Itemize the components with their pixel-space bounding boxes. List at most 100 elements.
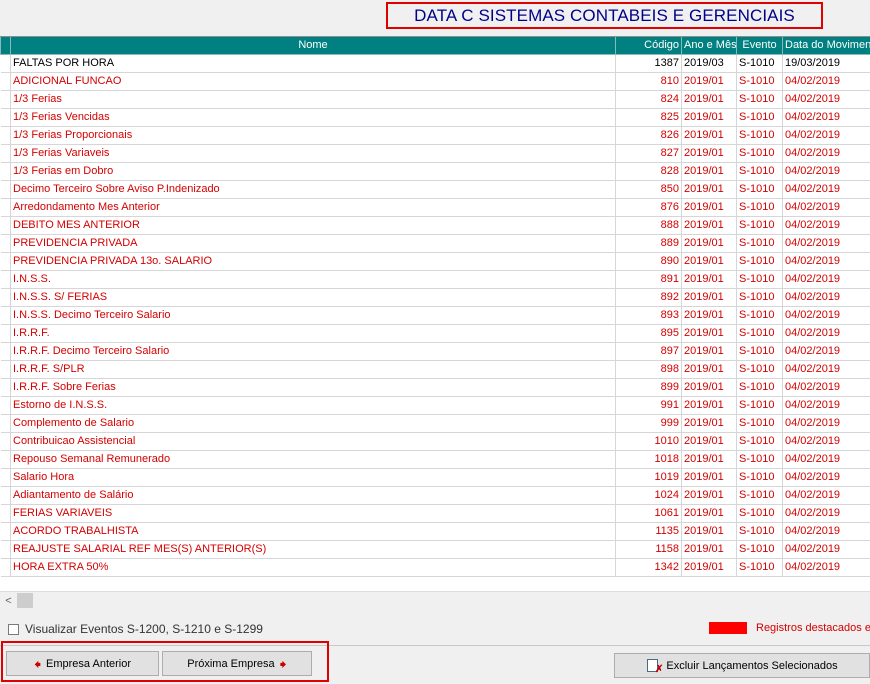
cell-ano-mes: 2019/01 [681,144,737,163]
table-row[interactable]: FALTAS POR HORA 1387 2019/03 S-1010 19/03/20… [0,54,870,73]
row-indicator [0,540,11,559]
cell-ano-mes: 2019/01 [681,396,737,415]
cell-data-movimento: 04/02/2019 [782,342,870,361]
row-indicator [0,504,11,523]
table-row[interactable]: I.R.R.F. Decimo Terceiro Salario 897 2019/… [0,342,870,361]
table-row[interactable]: I.N.S.S. 891 2019/01 S-1010 04/02/2019 [0,270,870,289]
cell-codigo: 889 [615,234,682,253]
row-indicator [0,360,11,379]
table-row[interactable]: 1/3 Ferias em Dobro 828 2019/01 S-1010 04/02… [0,162,870,181]
cell-codigo: 810 [615,72,682,91]
cell-codigo: 826 [615,126,682,145]
table-row[interactable]: 1/3 Ferias 824 2019/01 S-1010 04/02/2019 [0,90,870,109]
next-company-button[interactable]: Próxima Empresa 🠺 [162,651,312,676]
cell-ano-mes: 2019/01 [681,378,737,397]
cell-nome: DEBITO MES ANTERIOR [10,216,616,235]
row-indicator [0,216,11,235]
cell-ano-mes: 2019/01 [681,108,737,127]
cell-codigo: 893 [615,306,682,325]
table-row[interactable]: I.N.S.S. Decimo Terceiro Salario 893 2019/… [0,306,870,325]
cell-evento: S-1010 [736,126,783,145]
table-row[interactable]: ADICIONAL FUNCAO 810 2019/01 S-1010 04/02/20… [0,72,870,91]
cell-nome: Salario Hora [10,468,616,487]
table-row[interactable]: 1/3 Ferias Vencidas 825 2019/01 S-1010 04/02… [0,108,870,127]
cell-nome: I.R.R.F. Sobre Ferias [10,378,616,397]
cell-evento: S-1010 [736,108,783,127]
column-header-codigo[interactable]: Código [615,37,682,55]
cell-evento: S-1010 [736,468,783,487]
cell-data-movimento: 04/02/2019 [782,486,870,505]
row-indicator [0,90,11,109]
cell-codigo: 1158 [615,540,682,559]
scrollbar-thumb[interactable] [17,593,33,608]
cell-data-movimento: 04/02/2019 [782,360,870,379]
cell-nome: 1/3 Ferias em Dobro [10,162,616,181]
column-header-evento[interactable]: Evento [736,37,783,55]
table-row[interactable]: Adiantamento de Salário 1024 2019/01 S-1010… [0,486,870,505]
cell-nome: 1/3 Ferias Proporcionais [10,126,616,145]
cell-codigo: 1061 [615,504,682,523]
show-events-option[interactable]: Visualizar Eventos S-1200, S-1210 e S-12… [8,622,263,636]
table-row[interactable]: FERIAS VARIAVEIS 1061 2019/01 S-1010 04/02/2… [0,504,870,523]
cell-evento: S-1010 [736,360,783,379]
table-row[interactable]: Repouso Semanal Remunerado 1018 2019/01 S-1… [0,450,870,469]
show-events-label[interactable]: Visualizar Eventos S-1200, S-1210 e S-12… [25,622,263,636]
column-header-nome[interactable]: Nome [10,37,616,55]
cell-ano-mes: 2019/01 [681,216,737,235]
horizontal-scrollbar[interactable]: < [0,591,870,608]
cell-data-movimento: 04/02/2019 [782,180,870,199]
table-row[interactable]: Contribuicao Assistencial 1010 2019/01 S-10… [0,432,870,451]
table-row[interactable]: I.R.R.F. Sobre Ferias 899 2019/01 S-1010 04/… [0,378,870,397]
row-indicator [0,54,11,73]
table-row[interactable]: Estorno de I.N.S.S. 991 2019/01 S-1010 04/02… [0,396,870,415]
table-row[interactable]: DEBITO MES ANTERIOR 888 2019/01 S-1010 04/02… [0,216,870,235]
cell-nome: PREVIDENCIA PRIVADA [10,234,616,253]
table-row[interactable]: ACORDO TRABALHISTA 1135 2019/01 S-1010 04/02… [0,522,870,541]
cell-nome: Contribuicao Assistencial [10,432,616,451]
table-row[interactable]: I.N.S.S. S/ FERIAS 892 2019/01 S-1010 04/02/… [0,288,870,307]
cell-evento: S-1010 [736,396,783,415]
column-header-data-movimento[interactable]: Data do Movimento [782,37,870,55]
cell-ano-mes: 2019/01 [681,342,737,361]
table-row[interactable]: PREVIDENCIA PRIVADA 889 2019/01 S-1010 04/02… [0,234,870,253]
cell-ano-mes: 2019/01 [681,126,737,145]
table-row[interactable]: Arredondamento Mes Anterior 876 2019/01 S-1… [0,198,870,217]
table-row[interactable]: 1/3 Ferias Variaveis 827 2019/01 S-1010 04/0… [0,144,870,163]
row-indicator [0,108,11,127]
table-row[interactable]: I.R.R.F. S/PLR 898 2019/01 S-1010 04/02/2019 [0,360,870,379]
previous-company-button[interactable]: 🠸 Empresa Anterior [6,651,159,676]
scroll-left-icon[interactable]: < [0,592,17,609]
cell-evento: S-1010 [736,198,783,217]
cell-nome: I.N.S.S. Decimo Terceiro Salario [10,306,616,325]
table-row[interactable]: PREVIDENCIA PRIVADA 13o. SALARIO 890 2019/… [0,252,870,271]
cell-evento: S-1010 [736,558,783,577]
table-row[interactable]: REAJUSTE SALARIAL REF MES(S) ANTERIOR(S)… [0,540,870,559]
delete-selected-button[interactable]: ✗ Excluir Lançamentos Selecionados [614,653,870,678]
show-events-checkbox[interactable] [8,623,19,635]
cell-data-movimento: 04/02/2019 [782,522,870,541]
table-row[interactable]: Salario Hora 1019 2019/01 S-1010 04/02/2019 [0,468,870,487]
column-header-ano-mes[interactable]: Ano e Mês [681,37,737,55]
cell-codigo: 828 [615,162,682,181]
cell-evento: S-1010 [736,54,783,73]
row-indicator-header [0,37,11,55]
cell-ano-mes: 2019/01 [681,324,737,343]
cell-codigo: 899 [615,378,682,397]
cell-data-movimento: 04/02/2019 [782,288,870,307]
cell-codigo: 824 [615,90,682,109]
cell-codigo: 891 [615,270,682,289]
cell-ano-mes: 2019/01 [681,432,737,451]
cell-data-movimento: 04/02/2019 [782,270,870,289]
cell-data-movimento: 04/02/2019 [782,198,870,217]
events-grid[interactable]: Nome Código Ano e Mês Evento Data do Mov… [0,36,870,591]
table-row[interactable]: I.R.R.F. 895 2019/01 S-1010 04/02/2019 [0,324,870,343]
table-row[interactable]: HORA EXTRA 50% 1342 2019/01 S-1010 04/02/201… [0,558,870,577]
table-row[interactable]: Complemento de Salario 999 2019/01 S-1010 04… [0,414,870,433]
cell-data-movimento: 19/03/2019 [782,54,870,73]
row-indicator [0,324,11,343]
cell-nome: FERIAS VARIAVEIS [10,504,616,523]
cell-codigo: 1387 [615,54,682,73]
table-row[interactable]: 1/3 Ferias Proporcionais 826 2019/01 S-1010… [0,126,870,145]
table-row[interactable]: Decimo Terceiro Sobre Aviso P.Indenizado… [0,180,870,199]
cell-evento: S-1010 [736,234,783,253]
